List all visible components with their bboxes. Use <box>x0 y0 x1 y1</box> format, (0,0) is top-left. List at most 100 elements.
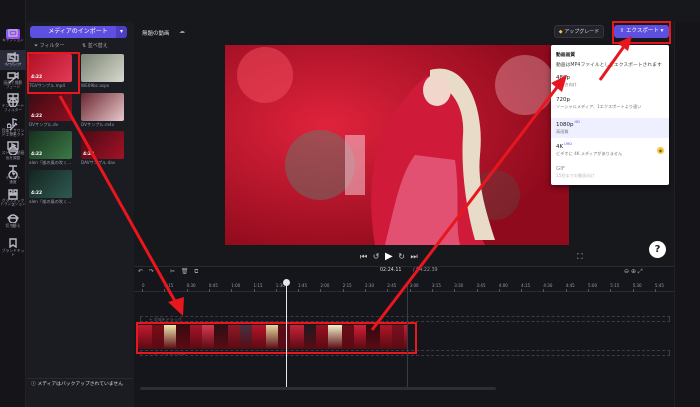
timeline-scrollbar[interactable] <box>140 387 496 390</box>
delete-icon[interactable]: 🗑 <box>181 268 189 275</box>
upgrade-button[interactable]: ◆ アップグレード <box>554 25 604 38</box>
right-rail-effects[interactable]: 効果 <box>0 122 26 136</box>
ruler-tick <box>565 289 567 292</box>
split-icon[interactable]: ✂ <box>170 268 175 275</box>
ruler-tick <box>521 289 523 292</box>
media-duration: 4:22 <box>31 191 43 196</box>
right-rail-label: 色 <box>11 224 15 228</box>
right-rail-label: オーディオ <box>4 62 22 66</box>
media-filename: WE09bc.aspx <box>81 83 110 88</box>
clip-highlight <box>136 322 417 354</box>
ruler-tick <box>275 289 277 292</box>
export-option-gif[interactable]: GIF 15秒までの動画向け <box>551 166 669 179</box>
cloud-sync-icon[interactable]: ☁ <box>179 28 185 35</box>
transition-icon <box>8 193 18 200</box>
media-thumbnail[interactable]: 4:22 <box>29 131 72 159</box>
right-rail-caption[interactable]: キャプション <box>0 28 26 42</box>
right-rail-label: キャプション <box>2 38 24 42</box>
media-duration: 4:22 <box>31 152 43 157</box>
color-swatch-icon <box>8 214 18 223</box>
ruler-tick <box>342 289 344 292</box>
forward-icon[interactable]: ↻ <box>398 252 405 261</box>
export-option-720p[interactable]: 720p ソーシャルメディア、1エクスポートより速い <box>551 97 669 110</box>
import-media-button[interactable]: メディアのインポート <box>30 26 126 38</box>
duplicate-icon[interactable]: ⧉ <box>194 268 198 275</box>
ruler-tick-label: 3:30 <box>454 283 464 288</box>
ruler-tick-label: 2:15 <box>342 283 352 288</box>
right-rail-audio[interactable]: オーディオ <box>0 52 26 66</box>
help-button[interactable]: ? <box>649 241 666 258</box>
right-rail-filter[interactable]: フィルター <box>0 98 26 112</box>
ruler-tick-label: 0 <box>142 283 145 288</box>
export-option-description: 15秒までの動画向け <box>556 173 595 178</box>
fullscreen-icon[interactable]: ⛶ <box>577 252 583 262</box>
skip-forward-icon[interactable]: ⏭ <box>411 252 418 261</box>
filter-button[interactable]: ⏷ フィルター <box>34 42 65 49</box>
media-duration: 4:22 <box>31 114 43 119</box>
skip-back-icon[interactable]: ⏮ <box>360 252 367 261</box>
zoom-in-icon[interactable]: ⊕ <box>631 268 636 275</box>
ruler-tick <box>253 289 255 292</box>
media-filename: alen「嵐の風の吹く… <box>29 160 72 165</box>
undo-icon[interactable]: ↶ <box>138 268 143 275</box>
ruler-tick-label: 2:00 <box>320 283 330 288</box>
playhead[interactable] <box>286 280 287 390</box>
expand-icon[interactable]: ⤢ <box>638 268 643 275</box>
backup-notice[interactable]: ⓘ メディアはバックアップされていません <box>27 378 133 390</box>
right-rail-fade[interactable]: フェード <box>0 75 26 89</box>
ruler-tick <box>186 289 188 292</box>
export-format-note: 動画はMP4ファイルとしてエクスポートされます <box>556 63 662 68</box>
project-title[interactable]: 無題の動画 <box>142 29 170 37</box>
right-rail-label: 色を調整 <box>5 156 21 160</box>
zoom-controls: ⊖ ⊕ ⤢ <box>624 268 643 276</box>
ruler-tick-label: 3:45 <box>476 283 486 288</box>
ruler-tick <box>610 289 612 292</box>
play-icon[interactable]: ▶ <box>385 251 393 262</box>
sort-button[interactable]: ⇅ 並べ替え <box>82 42 108 49</box>
filter-icon <box>8 98 18 107</box>
right-rail-label: フィルター <box>4 108 22 112</box>
zoom-out-icon[interactable]: ⊖ <box>624 268 629 275</box>
right-rail-transition[interactable]: トランジション <box>0 192 26 206</box>
right-rail-color[interactable]: 色を調整 <box>0 146 26 160</box>
export-option-4k[interactable]: 4KUHD ビデオに 4K メディアがありません ◆ <box>551 142 669 157</box>
ruler-tick <box>298 289 300 292</box>
ruler-tick-label: 2:45 <box>387 283 397 288</box>
time-ruler[interactable]: 0 0:15 0:30 0:45 1:00 1:15 1:30 1:45 2:00 2:15 2:3… <box>134 280 674 292</box>
export-dropdown: 動画画質 動画はMP4ファイルとしてエクスポートされます 480p 下書き向け 72… <box>551 45 669 185</box>
current-timecode: 02:24.11 <box>380 268 402 273</box>
export-option-1080p[interactable]: 1080pHD 高画質 <box>551 118 669 138</box>
export-option-480p[interactable]: 480p 下書き向け <box>551 75 669 88</box>
ruler-tick <box>365 289 366 292</box>
media-thumbnail[interactable] <box>81 93 124 121</box>
playhead-handle[interactable] <box>283 279 290 286</box>
left-rail-brand-kit[interactable]: ブランドキット <box>0 238 26 258</box>
color-icon <box>8 146 18 155</box>
ruler-tick-label: 3:00 <box>409 283 419 288</box>
import-dropdown-button[interactable]: ▾ <box>116 26 127 38</box>
chevron-down-icon: ▾ <box>119 28 123 35</box>
clip-end-marker <box>407 282 408 387</box>
media-thumbnail[interactable]: 4:22 <box>81 131 124 159</box>
right-rail-color-swatch[interactable]: 色 <box>0 214 26 228</box>
media-filename: alen「嵐の風の吹く… <box>29 199 72 204</box>
ruler-tick-label: 3:15 <box>431 283 441 288</box>
rewind-icon[interactable]: ↺ <box>373 252 380 261</box>
right-rail-speed[interactable]: 速度 <box>0 170 26 184</box>
ruler-tick-label: 4:45 <box>565 283 575 288</box>
ruler-tick <box>164 289 166 292</box>
video-preview[interactable] <box>225 45 569 245</box>
export-option-description: 高画質 <box>556 128 569 134</box>
premium-icon: ◆ <box>657 147 664 154</box>
media-thumbnail[interactable]: 4:22 <box>29 170 72 198</box>
brand-kit-icon <box>9 238 17 248</box>
right-rail <box>674 22 700 407</box>
media-thumbnail[interactable] <box>81 54 124 82</box>
media-thumbnail[interactable]: 4:22 <box>29 93 72 121</box>
total-duration: / 04:22.39 <box>413 268 438 273</box>
redo-icon[interactable]: ↷ <box>149 268 154 275</box>
ruler-tick <box>409 289 411 292</box>
caption-icon <box>8 29 18 37</box>
right-rail-label: トランジション <box>0 202 26 206</box>
ruler-tick-label: 4:30 <box>543 283 553 288</box>
